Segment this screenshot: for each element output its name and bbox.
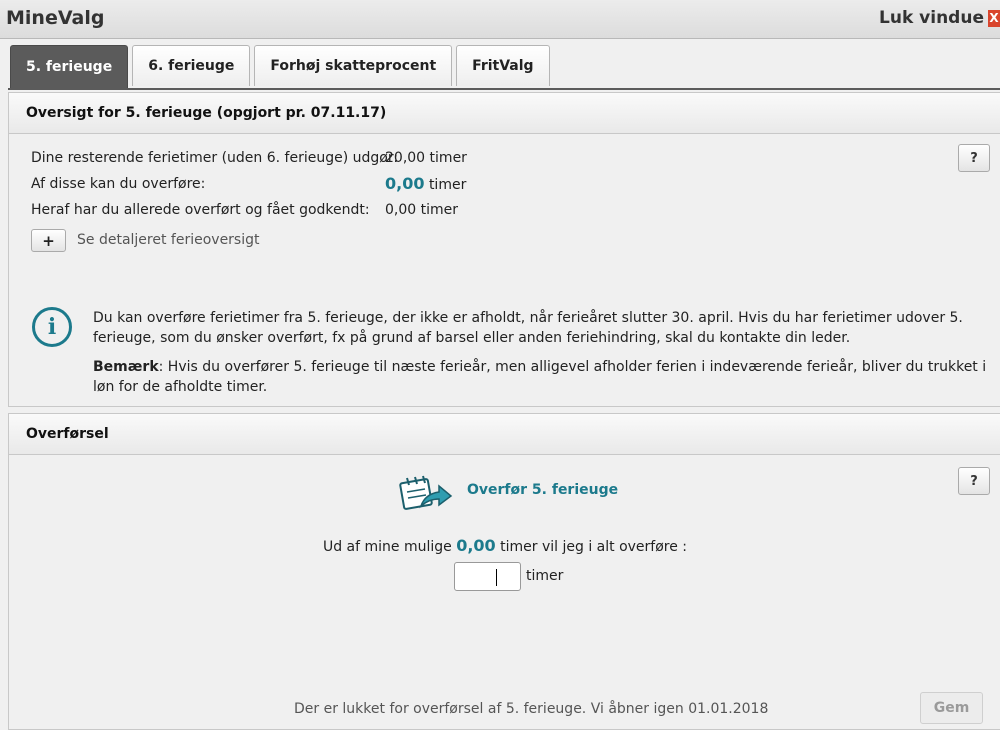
remaining-hours-unit: timer: [429, 150, 467, 166]
note-bold: Bemærk: [93, 359, 159, 375]
note-paragraph: Bemærk: Hvis du overfører 5. ferieuge ti…: [93, 357, 988, 397]
transfer-panel: Overførsel ? Overfør 5. ferieuge Ud af m…: [8, 413, 1000, 730]
transferable-hours-value: 0,00 timer: [385, 174, 466, 193]
remaining-hours-label: Dine resterende ferietimer (uden 6. feri…: [31, 150, 399, 166]
app-title: MineValg: [6, 7, 105, 29]
transferable-hours-number: 0,00: [385, 174, 425, 193]
close-window-label[interactable]: Luk vindue: [879, 8, 984, 28]
tab-bar: 5. ferieuge 6. ferieuge Forhøj skattepro…: [10, 45, 554, 88]
info-icon: i: [32, 307, 72, 347]
approved-hours-unit: timer: [420, 202, 459, 218]
title-bar: MineValg Luk vindue X: [0, 0, 1000, 39]
approved-hours-number: 0,00: [385, 202, 417, 218]
transfer-title: Overfør 5. ferieuge: [467, 482, 619, 498]
hours-input[interactable]: [454, 562, 521, 591]
question-suffix: timer vil jeg i alt overføre :: [500, 539, 688, 555]
expand-details-button[interactable]: +: [31, 229, 66, 252]
overview-heading: Oversigt for 5. ferieuge (opgjort pr. 07…: [9, 93, 1000, 134]
tab-6-ferieuge[interactable]: 6. ferieuge: [132, 45, 251, 86]
tab-fritvalg[interactable]: FritValg: [456, 45, 550, 86]
tab-underline: [8, 88, 1000, 90]
transfer-question: Ud af mine mulige 0,00 timer vil jeg i a…: [9, 536, 1000, 555]
transfer-heading: Overførsel: [9, 414, 1000, 455]
transfer-help-button[interactable]: ?: [958, 467, 990, 495]
overview-panel: Oversigt for 5. ferieuge (opgjort pr. 07…: [8, 92, 1000, 407]
info-paragraph: Du kan overføre ferietimer fra 5. ferieu…: [93, 310, 963, 346]
text-caret: [496, 569, 497, 586]
details-link[interactable]: Se detaljeret ferieoversigt: [77, 232, 260, 248]
transferable-hours-label: Af disse kan du overføre:: [31, 176, 206, 192]
close-window-button[interactable]: Luk vindue X: [879, 8, 1000, 28]
closed-message: Der er lukket for overførsel af 5. ferie…: [294, 701, 769, 717]
close-icon[interactable]: X: [988, 9, 1000, 27]
overview-help-button[interactable]: ?: [958, 144, 990, 172]
note-text: : Hvis du overfører 5. ferieuge til næst…: [93, 359, 987, 395]
tab-5-ferieuge[interactable]: 5. ferieuge: [10, 45, 129, 88]
calendar-transfer-icon: [399, 475, 453, 510]
info-text: Du kan overføre ferietimer fra 5. ferieu…: [93, 308, 988, 406]
remaining-hours-value: 20,00 timer: [385, 150, 467, 166]
transferable-hours-unit: timer: [428, 177, 467, 193]
approved-hours-label: Heraf har du allerede overført og fået g…: [31, 202, 370, 218]
approved-hours-value: 0,00 timer: [385, 202, 458, 218]
hours-unit: timer: [526, 568, 564, 584]
save-button[interactable]: Gem: [920, 692, 983, 724]
question-value: 0,00: [456, 536, 496, 555]
question-prefix: Ud af mine mulige: [322, 539, 452, 555]
tab-forhoej-skatteprocent[interactable]: Forhøj skatteprocent: [254, 45, 453, 86]
remaining-hours-number: 20,00: [385, 150, 426, 166]
